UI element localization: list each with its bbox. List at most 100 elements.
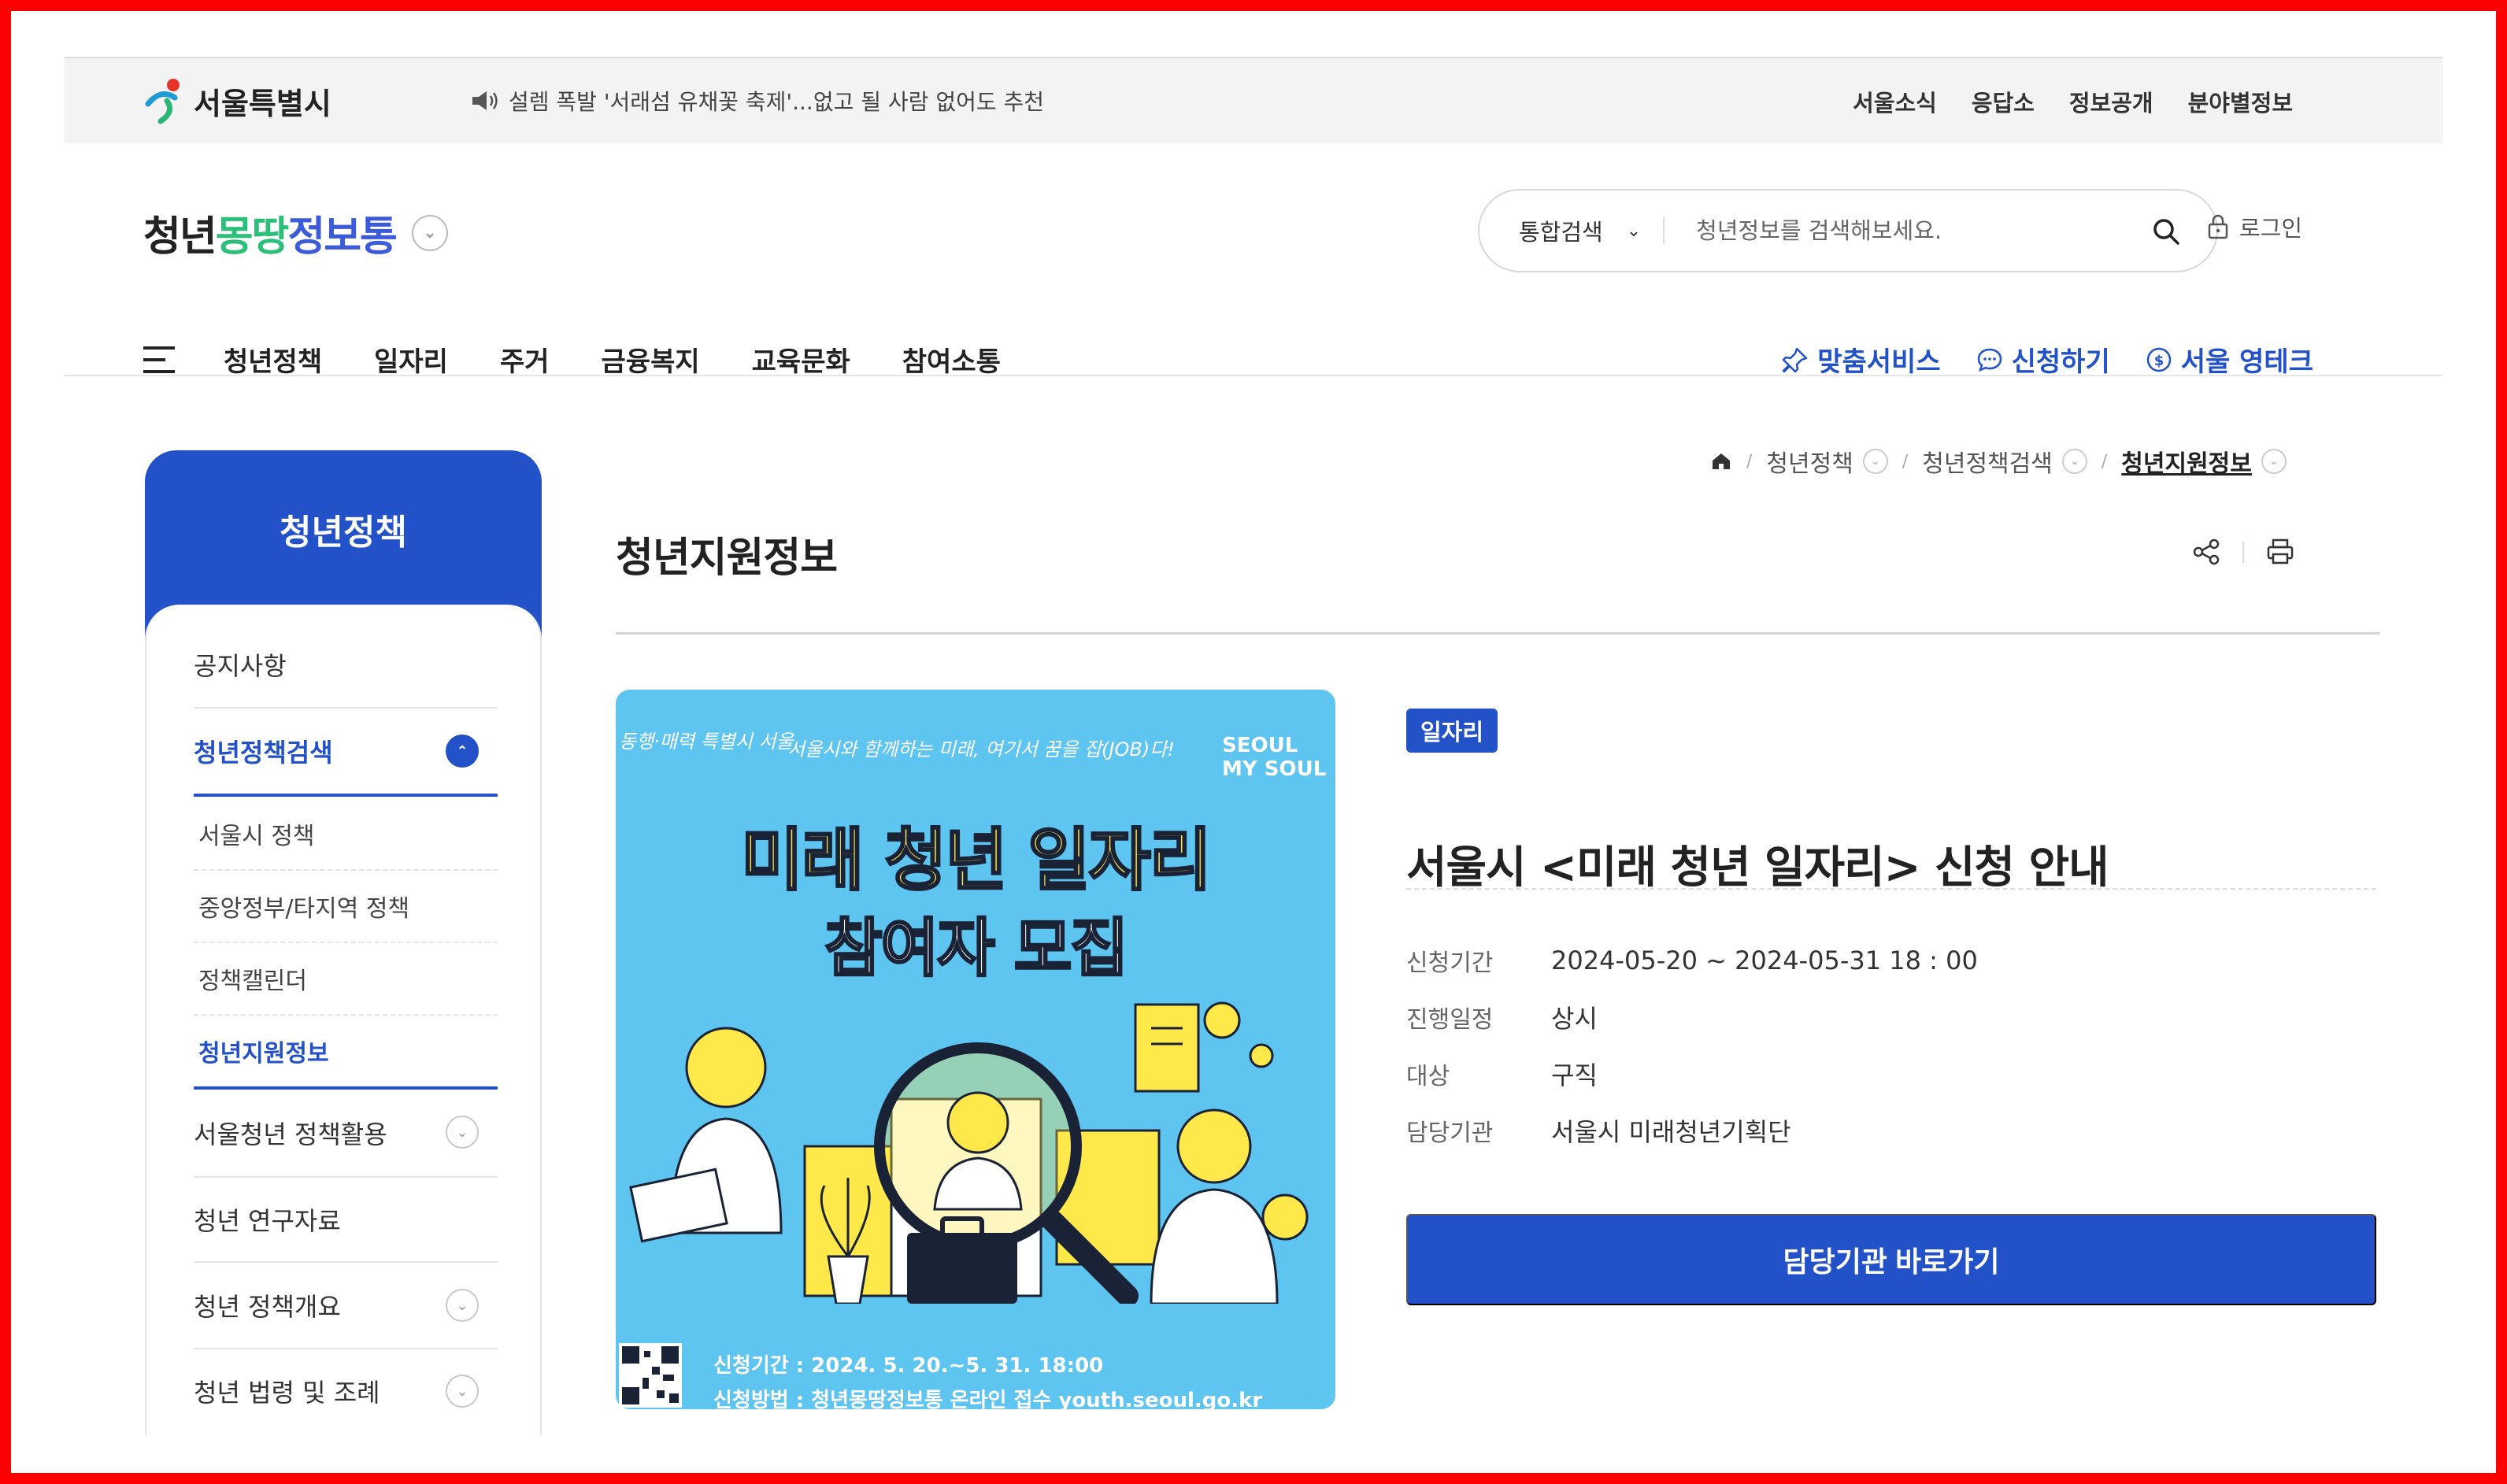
- side-item-policy-use[interactable]: 서울청년 정책활용 ⌄: [194, 1090, 498, 1178]
- side-item-label: 청년 연구자료: [194, 1206, 341, 1236]
- info-row-agency: 담당기관 서울시 미래청년기획단: [1406, 1102, 1978, 1159]
- side-item-research[interactable]: 청년 연구자료: [194, 1178, 498, 1263]
- info-label: 대상: [1406, 1063, 1450, 1090]
- chevron-down-icon[interactable]: ⌄: [2061, 449, 2087, 474]
- side-sub-central-policy[interactable]: 중앙정부/타지역 정책: [194, 871, 498, 943]
- side-item-label: 공지사항: [194, 651, 287, 681]
- search-icon[interactable]: [2150, 216, 2182, 247]
- seoul-brand-text: 서울특별시: [194, 86, 331, 121]
- search-scope-select[interactable]: 통합검색 ⌄: [1519, 214, 1641, 247]
- side-nav-body: 공지사항 청년정책검색 ⌃ 서울시 정책 중앙정부/타지역 정책 정책캘린더 청…: [145, 605, 542, 1434]
- notice-ticker[interactable]: 설렘 폭발 '서래섬 유채꽃 축제'...없고 될 사람 없어도 추천: [469, 85, 1044, 117]
- quick-label-custom: 맞춤서비스: [1817, 346, 1941, 378]
- info-value: 상시: [1551, 1004, 1598, 1034]
- share-icon[interactable]: [2190, 537, 2222, 567]
- print-icon[interactable]: [2264, 537, 2296, 567]
- search-input[interactable]: [1696, 217, 2027, 244]
- logo-part-2: 몽땅: [215, 213, 290, 261]
- chevron-down-icon[interactable]: ⌄: [2261, 449, 2287, 474]
- info-value: 2024-05-20 ~ 2024-05-31 18 : 00: [1551, 946, 1978, 975]
- side-item-notice[interactable]: 공지사항: [194, 622, 498, 709]
- side-sub-policy-calendar[interactable]: 정책캘린더: [194, 943, 498, 1016]
- youth-portal-logo[interactable]: 청년 몽땅 정보통 ⌄: [143, 203, 448, 262]
- search-bar: 통합검색 ⌄: [1478, 189, 2218, 272]
- side-sub-label: 청년지원정보: [198, 1040, 329, 1068]
- detail-divider: [1406, 888, 2376, 890]
- side-item-policy-search[interactable]: 청년정책검색 ⌃: [194, 709, 498, 797]
- chat-bubble-icon: [1977, 348, 2002, 372]
- info-row-target: 대상 구직: [1406, 1045, 1978, 1102]
- info-value: 구직: [1551, 1060, 1598, 1090]
- poster-slogan: 동행·매력 특별시 서울: [619, 731, 794, 753]
- global-nav: 청년정책 일자리 주거 금융복지 교육문화 참여소통: [143, 340, 1001, 379]
- side-item-overview[interactable]: 청년 정책개요 ⌄: [194, 1263, 498, 1349]
- agency-link-button[interactable]: 담당기관 바로가기: [1406, 1214, 2376, 1305]
- hamburger-menu-icon[interactable]: [143, 346, 175, 373]
- gnb-item-participation[interactable]: 참여소통: [902, 340, 1001, 379]
- util-link-news[interactable]: 서울소식: [1853, 85, 1937, 118]
- chevron-up-icon: ⌃: [446, 735, 479, 768]
- info-label: 담당기관: [1406, 1119, 1494, 1147]
- page-title: 청년지원정보: [616, 535, 838, 582]
- breadcrumb-policy-search[interactable]: 청년정책검색: [1922, 444, 2053, 479]
- utility-nav: 서울소식 응답소 정보공개 분야별정보: [1853, 85, 2293, 118]
- poster-illustration: [629, 1001, 1309, 1304]
- side-item-laws[interactable]: 청년 법령 및 조례 ⌄: [194, 1349, 498, 1433]
- gnb-item-finance[interactable]: 금융복지: [602, 340, 700, 379]
- breadcrumb: / 청년정책 ⌄ / 청년정책검색 ⌄ / 청년지원정보 ⌄: [1710, 444, 2287, 479]
- quick-apply[interactable]: 신청하기: [1976, 340, 2110, 379]
- side-item-label: 청년 정책개요: [194, 1292, 341, 1322]
- utility-bar: 서울특별시 설렘 폭발 '서래섬 유채꽃 축제'...없고 될 사람 없어도 추…: [65, 57, 2442, 143]
- gnb-item-housing[interactable]: 주거: [500, 340, 550, 379]
- qr-code: [619, 1343, 682, 1408]
- chevron-down-icon: ⌄: [1626, 220, 1642, 241]
- util-link-disclosure[interactable]: 정보공개: [2069, 85, 2153, 118]
- chevron-down-icon: ⌄: [446, 1375, 479, 1408]
- poster-tagline: 서울시와 함께하는 미래, 여기서 꿈을 잡(JOB)다!: [787, 738, 1175, 761]
- poster-headline-1: 미래 청년 일자리: [740, 820, 1213, 901]
- login-label: 로그인: [2239, 215, 2303, 242]
- info-label: 신청기간: [1406, 949, 1494, 977]
- login-link[interactable]: 로그인: [2206, 210, 2302, 243]
- gnb-item-policy[interactable]: 청년정책: [224, 340, 322, 379]
- coin-icon: $: [2146, 347, 2171, 372]
- category-badge: 일자리: [1406, 709, 1498, 753]
- gnb-item-education[interactable]: 교육문화: [752, 340, 850, 379]
- detail-info-list: 신청기간 2024-05-20 ~ 2024-05-31 18 : 00 진행일…: [1406, 932, 1978, 1159]
- header-divider: [65, 375, 2442, 376]
- poster-period: 신청기간 : 2024. 5. 20.~5. 31. 18:00: [713, 1354, 1104, 1378]
- breadcrumb-policy[interactable]: 청년정책: [1766, 444, 1853, 479]
- side-sub-seoul-policy[interactable]: 서울시 정책: [194, 798, 498, 871]
- home-icon[interactable]: [1710, 450, 1732, 472]
- quick-custom-service[interactable]: 맞춤서비스: [1781, 340, 1941, 379]
- side-sub-support-info[interactable]: 청년지원정보: [194, 1016, 498, 1090]
- util-link-fields[interactable]: 분야별정보: [2188, 85, 2293, 118]
- seoul-symbol-icon: [145, 79, 180, 124]
- logo-part-1: 청년: [143, 213, 217, 261]
- chevron-down-icon[interactable]: ⌄: [1862, 449, 1888, 474]
- side-sub-label: 중앙정부/타지역 정책: [198, 895, 410, 923]
- info-row-period: 신청기간 2024-05-20 ~ 2024-05-31 18 : 00: [1406, 932, 1978, 989]
- svg-text:$: $: [2153, 353, 2164, 369]
- notice-text: 설렘 폭발 '서래섬 유채꽃 축제'...없고 될 사람 없어도 추천: [509, 89, 1045, 115]
- side-nav-title: 청년정책: [280, 513, 407, 553]
- gnb-item-jobs[interactable]: 일자리: [374, 340, 448, 379]
- poster-method: 신청방법 : 청년몽땅정보통 온라인 접수 youth.seoul.go.kr: [713, 1389, 1263, 1409]
- side-item-label: 청년 법령 및 조례: [194, 1378, 380, 1408]
- page-tools: [2190, 537, 2296, 567]
- info-label: 진행일정: [1406, 1006, 1494, 1034]
- info-row-schedule: 진행일정 상시: [1406, 989, 1978, 1045]
- seoul-logo[interactable]: 서울특별시: [143, 77, 331, 124]
- util-link-response[interactable]: 응답소: [1972, 85, 2035, 118]
- poster-image: 동행·매력 특별시 서울 서울시와 함께하는 미래, 여기서 꿈을 잡(JOB)…: [616, 690, 1335, 1409]
- quick-label-apply: 신청하기: [2011, 346, 2110, 378]
- site-menu-chevron-icon[interactable]: ⌄: [411, 214, 448, 251]
- search-divider: [1663, 217, 1665, 244]
- side-nav: 청년정책 공지사항 청년정책검색 ⌃ 서울시 정책 중앙정부/타지역 정책 정책…: [145, 450, 542, 1434]
- logo-part-3: 정보통: [287, 213, 398, 261]
- side-sub-label: 정책캘린더: [198, 968, 307, 995]
- side-sub-label: 서울시 정책: [198, 823, 315, 850]
- breadcrumb-current[interactable]: 청년지원정보: [2121, 444, 2252, 479]
- quick-young-tech[interactable]: $ 서울 영테크: [2145, 340, 2313, 379]
- info-value: 서울시 미래청년기획단: [1551, 1117, 1791, 1147]
